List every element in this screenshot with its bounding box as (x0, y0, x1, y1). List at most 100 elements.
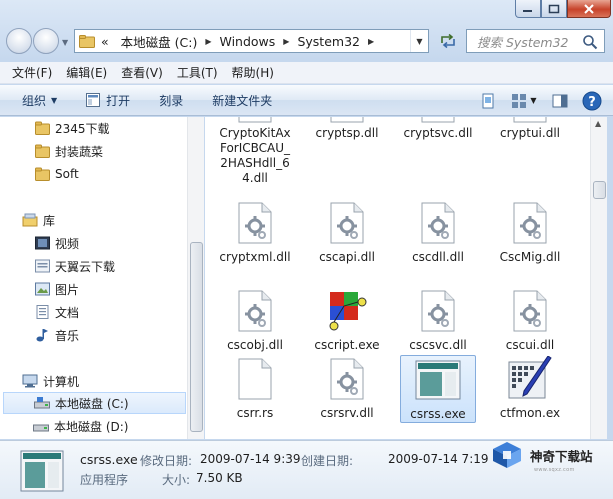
nav-item-2345-download[interactable]: 2345下载 (0, 117, 188, 139)
preview-pane-button[interactable] (547, 89, 573, 113)
address-bar[interactable]: « 本地磁盘 (C:) ▶ Windows ▶ System32 ▶ ▼ (74, 29, 429, 53)
file-icon (231, 355, 279, 403)
file-name: ctfmon.ex (499, 406, 561, 420)
help-icon: ? (582, 91, 602, 110)
menu-edit[interactable]: 编辑(E) (60, 64, 113, 81)
breadcrumb-system32[interactable]: System32 (297, 34, 360, 49)
folder-icon (33, 258, 51, 274)
menu-tools[interactable]: 工具(T) (171, 64, 224, 81)
minimize-icon (523, 9, 532, 12)
nav-item-pictures[interactable]: 图片 (0, 278, 188, 300)
file-name: csrr.rs (236, 406, 274, 420)
details-created-value: 2009-07-14 7:19 (388, 452, 489, 466)
menu-help[interactable]: 帮助(H) (226, 64, 280, 81)
menu-file[interactable]: 文件(F) (6, 64, 58, 81)
nav-label: 本地磁盘 (D:) (54, 419, 129, 434)
scrollbar-thumb[interactable] (593, 181, 606, 199)
file-list-scrollbar[interactable]: ▲ (590, 117, 607, 439)
file-item[interactable]: csrss.exe (400, 355, 476, 423)
address-dropdown[interactable]: ▼ (410, 30, 428, 52)
chevron-right-icon[interactable]: ▶ (205, 37, 211, 46)
organize-label: 组织 (22, 93, 47, 108)
watermark: 神奇下载站 www.sqxz.com (490, 440, 613, 473)
dll-file-icon (231, 199, 279, 247)
preview-toggle-button[interactable] (475, 89, 501, 113)
file-item[interactable]: cryptxml.dll (217, 199, 293, 265)
back-button[interactable] (6, 28, 32, 54)
open-button[interactable]: 打开 (66, 85, 139, 115)
chevron-right-icon[interactable]: ▶ (283, 37, 289, 46)
help-button[interactable]: ? (579, 89, 605, 113)
nav-item-soft[interactable]: Soft (0, 163, 188, 185)
file-item[interactable]: cscui.dll (492, 287, 568, 353)
file-item[interactable]: cryptui.dll (492, 117, 568, 141)
breadcrumb-local-disk-c[interactable]: 本地磁盘 (C:) (121, 32, 198, 51)
file-item[interactable]: cscript.exe (309, 287, 385, 353)
nav-item-music[interactable]: 音乐 (0, 324, 188, 346)
nav-item-documents[interactable]: 文档 (0, 301, 188, 323)
file-item[interactable]: ctfmon.ex (492, 355, 568, 421)
search-placeholder: 搜索 System32 (477, 34, 569, 50)
details-type: 应用程序 (80, 473, 129, 487)
new-folder-button[interactable]: 新建文件夹 (192, 85, 281, 115)
ctfmon-icon (506, 355, 554, 403)
folder-icon (33, 166, 51, 182)
file-item[interactable]: cscobj.dll (217, 287, 293, 353)
new-folder-label: 新建文件夹 (212, 93, 273, 108)
app-window-icon (20, 450, 64, 492)
music-icon (33, 327, 51, 343)
window-icon (86, 93, 101, 107)
file-item[interactable]: csrr.rs (217, 355, 293, 421)
nav-item-local-disk-d[interactable]: 本地磁盘 (D:) (0, 415, 188, 437)
chevron-right-icon[interactable]: ▶ (368, 37, 374, 46)
drive-icon (33, 395, 51, 411)
script-icon (323, 287, 371, 335)
menu-view[interactable]: 查看(V) (115, 64, 169, 81)
dll-file-icon (323, 199, 371, 247)
organize-button[interactable]: 组织 ▼ (0, 85, 66, 115)
maximize-icon (548, 4, 560, 13)
watermark-logo-icon (493, 442, 521, 468)
file-name: csrss.exe (410, 407, 466, 421)
nav-item-computer[interactable]: 计算机 (0, 370, 188, 392)
view-options-button[interactable]: ▼ (507, 89, 541, 113)
file-item[interactable]: csrsrv.dll (309, 355, 385, 421)
burn-button[interactable]: 刻录 (139, 85, 192, 115)
file-item[interactable]: cryptsp.dll (309, 117, 385, 141)
file-item[interactable]: cscsvc.dll (400, 287, 476, 353)
file-item[interactable]: cryptsvc.dll (400, 117, 476, 141)
refresh-button[interactable] (433, 29, 463, 53)
view-controls: ▼ ? (469, 85, 613, 116)
dll-file-icon (414, 199, 462, 247)
scrollbar-thumb[interactable] (190, 242, 203, 432)
file-item[interactable]: CscMig.dll (492, 199, 568, 265)
breadcrumb: « 本地磁盘 (C:) ▶ Windows ▶ System32 ▶ (101, 32, 382, 51)
navigation-bar: ▼ « 本地磁盘 (C:) ▶ Windows ▶ System32 ▶ ▼ 搜… (0, 24, 613, 60)
nav-item-local-disk-c[interactable]: 本地磁盘 (C:) (3, 392, 186, 414)
details-modified-value: 2009-07-14 9:39 (200, 452, 301, 466)
search-input[interactable]: 搜索 System32 (466, 29, 605, 53)
maximize-button[interactable] (541, 0, 567, 18)
explorer-window: ▼ « 本地磁盘 (C:) ▶ Windows ▶ System32 ▶ ▼ 搜… (0, 0, 613, 499)
file-item[interactable]: CryptoKitAxForICBCAU_2HASHdll_64.dll (217, 117, 293, 186)
forward-button[interactable] (33, 28, 59, 54)
close-button[interactable] (567, 0, 611, 18)
recent-pages-dropdown[interactable]: ▼ (62, 38, 68, 47)
breadcrumb-windows[interactable]: Windows (219, 34, 275, 49)
scroll-up-arrow-icon[interactable]: ▲ (595, 119, 601, 128)
file-icon (414, 117, 462, 123)
minimize-button[interactable] (515, 0, 541, 18)
navigation-scrollbar[interactable] (187, 117, 204, 439)
folder-icon (33, 120, 51, 136)
file-name: cscript.exe (314, 338, 380, 352)
refresh-icon (441, 33, 455, 49)
nav-item-libraries[interactable]: 库 (0, 209, 188, 231)
folder-icon (79, 34, 95, 48)
nav-item-tianyi-cloud[interactable]: 天翼云下载 (0, 255, 188, 277)
file-item[interactable]: cscapi.dll (309, 199, 385, 265)
nav-item-packed-veggies[interactable]: 封装蔬菜 (0, 140, 188, 162)
breadcrumb-overflow[interactable]: « (101, 34, 109, 49)
file-item[interactable]: cscdll.dll (400, 199, 476, 265)
nav-item-videos[interactable]: 视频 (0, 232, 188, 254)
search-icon[interactable] (582, 34, 598, 50)
